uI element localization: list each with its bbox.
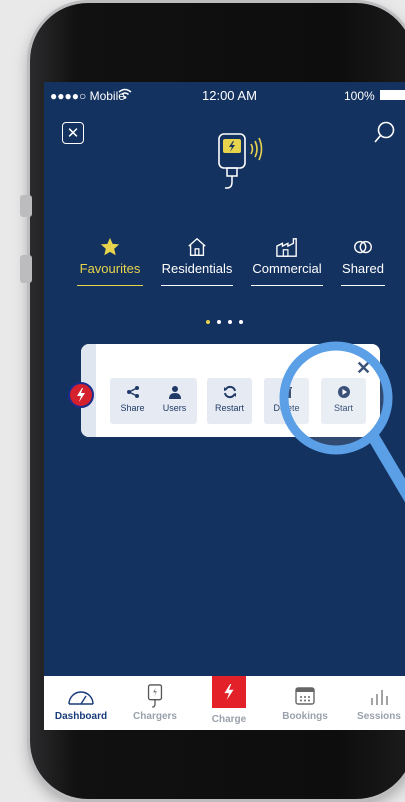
page-dot[interactable]: [217, 320, 221, 324]
nav-label: Charge: [211, 714, 247, 725]
factory-icon: [276, 238, 297, 257]
status-bar: ●●●●○ Mobile 12:00 AM 100%: [44, 82, 405, 108]
app-screen: ●●●●○ Mobile 12:00 AM 100% ✕ Favourites: [44, 82, 405, 730]
charger-status-badge[interactable]: [68, 382, 94, 408]
gauge-icon: [68, 691, 94, 705]
nav-dashboard[interactable]: Dashboard: [46, 676, 116, 730]
tab-shared[interactable]: Shared: [341, 236, 385, 286]
page-dot[interactable]: [228, 320, 232, 324]
share-icon: [126, 386, 139, 398]
battery-percent: 100%: [344, 89, 375, 103]
page-dot[interactable]: [239, 320, 243, 324]
tab-underline: [341, 284, 385, 286]
tab-underline: [251, 284, 323, 286]
phone-side-button: [20, 195, 32, 217]
tab-label: Shared: [342, 261, 384, 276]
nav-bookings[interactable]: Bookings: [270, 676, 340, 730]
bar-chart-icon: [371, 690, 388, 705]
phone-side-button: [20, 255, 32, 283]
tab-residentials[interactable]: Residentials: [161, 236, 233, 286]
search-icon[interactable]: [373, 120, 397, 146]
action-label: Users: [162, 403, 187, 413]
users-button[interactable]: Users: [152, 378, 197, 424]
wifi-icon: [118, 88, 132, 99]
tab-underline: [161, 284, 233, 286]
tab-favourites[interactable]: Favourites: [77, 236, 143, 286]
nav-label: Bookings: [282, 711, 328, 722]
tab-label: Commercial: [252, 261, 322, 276]
tab-label: Favourites: [79, 261, 141, 276]
page-indicator: [206, 311, 250, 324]
bolt-icon: [224, 684, 234, 700]
calendar-icon: [295, 687, 315, 705]
house-icon: [188, 237, 206, 256]
bolt-icon: [77, 388, 85, 402]
nav-label: Sessions: [357, 711, 401, 722]
refresh-icon: [223, 385, 236, 399]
restart-button[interactable]: Restart: [207, 378, 252, 424]
close-button[interactable]: ✕: [62, 122, 84, 144]
nav-label: Dashboard: [54, 711, 108, 722]
nav-sessions[interactable]: Sessions: [344, 676, 405, 730]
nav-chargers[interactable]: Chargers: [120, 676, 190, 730]
page-dot[interactable]: [206, 320, 210, 324]
magnifier-overlay: [279, 341, 405, 503]
battery-icon: [380, 90, 405, 100]
close-icon: ✕: [66, 124, 80, 142]
tab-label: Residentials: [161, 261, 233, 276]
star-icon: [100, 237, 120, 256]
nav-label: Chargers: [133, 711, 177, 722]
bottom-navigation: Dashboard Chargers Charge Bookings Sessi…: [44, 676, 405, 730]
action-label: Share: [120, 403, 145, 413]
nav-charge[interactable]: [212, 676, 246, 708]
charger-icon: [218, 133, 263, 189]
tab-commercial[interactable]: Commercial: [251, 236, 323, 286]
link-icon: [354, 240, 372, 254]
action-label: Restart: [214, 403, 244, 413]
carrier-label: ●●●●○ Mobile: [50, 89, 125, 103]
share-button[interactable]: Share: [110, 378, 155, 424]
clock: 12:00 AM: [202, 88, 257, 103]
tab-underline: [77, 284, 143, 286]
charger-icon: [147, 684, 163, 708]
user-icon: [168, 386, 181, 399]
category-tabs: Favourites Residentials Commercial Share…: [77, 236, 387, 286]
